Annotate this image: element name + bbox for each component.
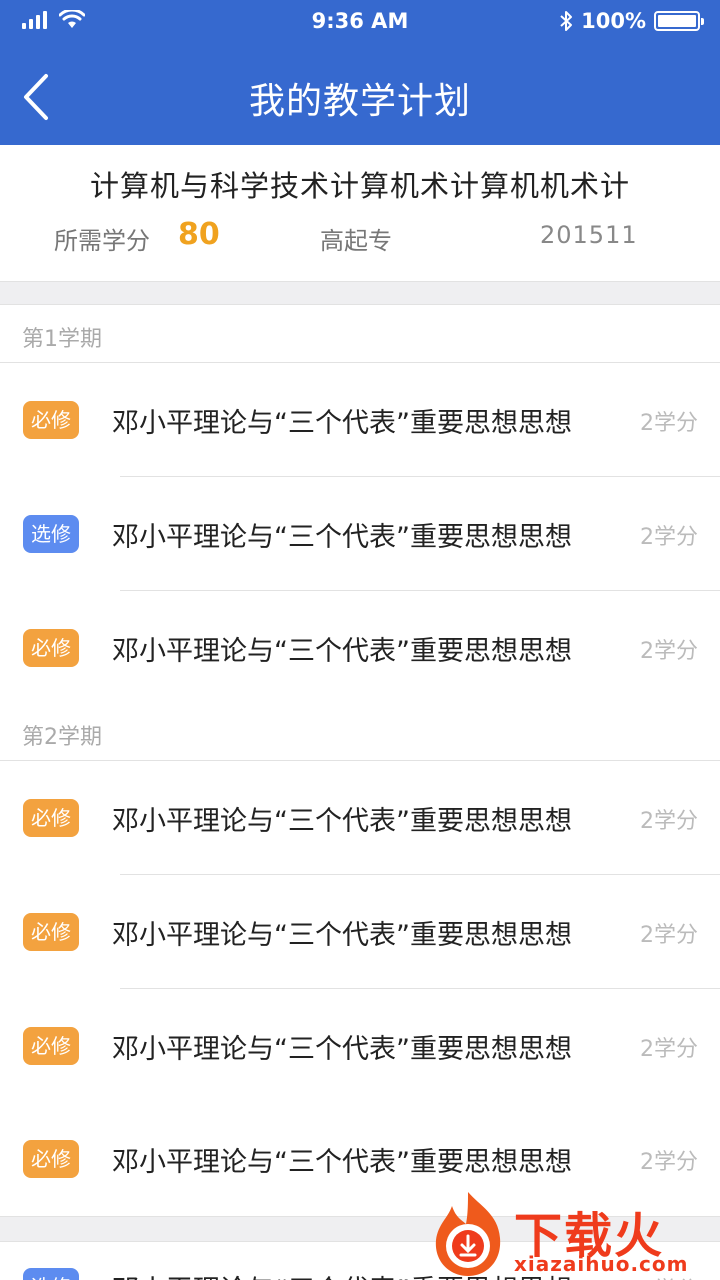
course-row[interactable]: 必修 邓小平理论与“三个代表”重要思想思想 2学分: [0, 989, 720, 1103]
flame-logo-icon: [435, 1192, 501, 1276]
course-credit: 2学分: [640, 923, 698, 948]
course-name: 邓小平理论与“三个代表”重要思想思想: [112, 806, 572, 837]
course-row[interactable]: 选修 邓小平理论与“三个代表”重要思想思想 2学分: [0, 477, 720, 591]
semester-label: 第2学期: [22, 725, 102, 750]
credits-value: 80: [178, 217, 220, 252]
section-divider: [0, 281, 720, 305]
course-name: 邓小平理论与“三个代表”重要思想思想: [112, 1147, 572, 1178]
course-credit: 2学分: [640, 1037, 698, 1062]
battery-icon: [654, 11, 704, 31]
course-row[interactable]: 必修 邓小平理论与“三个代表”重要思想思想 2学分: [0, 591, 720, 705]
course-type-badge: 必修: [23, 799, 79, 837]
course-credit: 2学分: [640, 1150, 698, 1175]
battery-percent: 100%: [581, 9, 646, 33]
course-name: 邓小平理论与“三个代表”重要思想思想: [112, 636, 572, 667]
status-bar: 9:36 AM 100%: [0, 0, 720, 44]
course-name: 邓小平理论与“三个代表”重要思想思想: [112, 522, 572, 553]
course-type-badge: 必修: [23, 1027, 79, 1065]
level: 高起专: [320, 227, 392, 255]
semester-label: 第1学期: [22, 327, 102, 352]
course-credit: 2学分: [640, 525, 698, 550]
course-credit: 2学分: [640, 639, 698, 664]
bluetooth-icon: [560, 11, 573, 31]
course-type-badge: 选修: [23, 515, 79, 553]
course-type-badge: 必修: [23, 629, 79, 667]
course-credit: 2学分: [640, 809, 698, 834]
plan-summary: 计算机与科学技术计算机术计算机机术计 所需学分 80 高起专 201511: [0, 145, 720, 281]
course-name: 邓小平理论与“三个代表”重要思想思想: [112, 1034, 572, 1065]
course-row[interactable]: 必修 邓小平理论与“三个代表”重要思想思想 2学分: [0, 363, 720, 477]
semester-header: 第1学期: [0, 305, 720, 363]
course-name: 邓小平理论与“三个代表”重要思想思想: [112, 408, 572, 439]
course-type-badge: 必修: [23, 913, 79, 951]
batch: 201511: [540, 221, 638, 249]
watermark-site: xiazaihuo.com: [514, 1252, 689, 1276]
semester-header: 第2学期: [0, 703, 720, 761]
course-name: 邓小平理论与“三个代表”重要思想思想: [112, 920, 572, 951]
credits-label: 所需学分: [54, 227, 150, 255]
course-type-badge: 必修: [23, 1140, 79, 1178]
course-type-badge: 必修: [23, 401, 79, 439]
course-type-badge: 选修: [23, 1268, 79, 1280]
watermark: 下载火 xiazaihuo.com: [428, 1188, 720, 1280]
nav-bar: 9:36 AM 100% 我的教学计划: [0, 0, 720, 145]
course-row[interactable]: 必修 邓小平理论与“三个代表”重要思想思想 2学分: [0, 761, 720, 875]
course-credit: 2学分: [640, 411, 698, 436]
course-row[interactable]: 必修 邓小平理论与“三个代表”重要思想思想 2学分: [0, 875, 720, 989]
major-name: 计算机与科学技术计算机术计算机机术计: [89, 169, 630, 203]
page-title: 我的教学计划: [248, 81, 471, 122]
